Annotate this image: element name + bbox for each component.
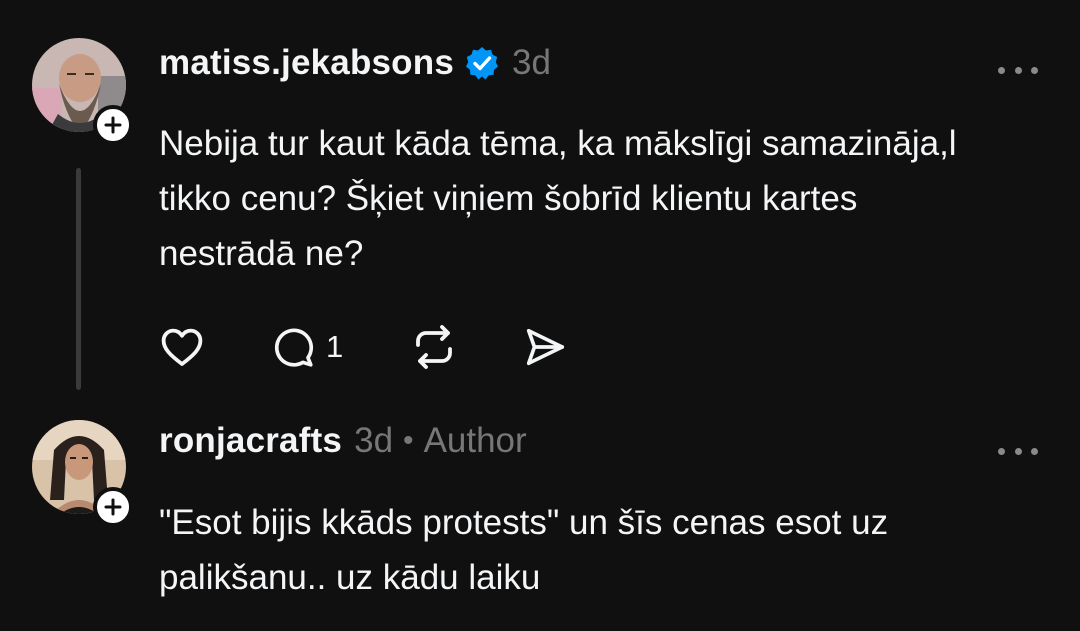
reply-button[interactable]: 1 <box>270 322 343 372</box>
plus-icon <box>104 116 122 134</box>
verified-badge-icon <box>466 47 499 80</box>
send-icon <box>526 328 565 366</box>
text-line: palikšanu.. uz kādu laiku <box>159 558 541 597</box>
avatar-matiss[interactable] <box>32 38 133 145</box>
reply-count: 1 <box>326 329 344 364</box>
text-line: nestrādā ne? <box>159 234 364 273</box>
comment-1: matiss.jekabsons 3d Nebija tur kaut kāda… <box>0 0 1080 400</box>
more-options-button[interactable] <box>998 441 1038 461</box>
comment-2: ronjacrafts 3d • Author "Esot bijis kkād… <box>0 400 1080 631</box>
follow-plus-button[interactable] <box>93 105 133 145</box>
dot <box>998 66 1005 74</box>
thread-line <box>76 168 81 390</box>
dot <box>1031 447 1038 455</box>
avatar-ronja[interactable] <box>32 420 133 527</box>
text-line: Nebija tur kaut kāda tēma, ka mākslīgi s… <box>159 124 957 163</box>
follow-plus-button[interactable] <box>93 487 133 527</box>
comment-text: Nebija tur kaut kāda tēma, ka mākslīgi s… <box>159 116 1049 281</box>
comment-text: "Esot bijis kkāds protests" un šīs cenas… <box>159 495 1049 605</box>
comment-header: matiss.jekabsons 3d <box>159 40 551 86</box>
repost-icon <box>416 325 452 369</box>
dot <box>998 447 1005 455</box>
share-button[interactable] <box>522 322 568 372</box>
timestamp: 3d <box>354 421 394 460</box>
author-badge: Author <box>423 421 527 460</box>
like-button[interactable] <box>158 322 206 372</box>
text-line: "Esot bijis kkāds protests" un šīs cenas… <box>159 503 889 542</box>
username[interactable]: matiss.jekabsons <box>159 43 454 83</box>
repost-button[interactable] <box>410 322 458 372</box>
username[interactable]: ronjacrafts <box>159 421 342 461</box>
dot <box>1014 447 1022 455</box>
plus-icon <box>104 498 122 516</box>
comment-bubble-icon <box>274 328 314 367</box>
separator-dot: • <box>403 424 414 457</box>
timestamp: 3d <box>512 43 551 82</box>
dot <box>1014 66 1022 74</box>
dot <box>1031 66 1038 74</box>
text-line: tikko cenu? Šķiet viņiem šobrīd klientu … <box>159 179 858 218</box>
more-options-button[interactable] <box>998 60 1038 80</box>
comment-header: ronjacrafts 3d • Author <box>159 418 527 464</box>
heart-icon <box>161 328 203 366</box>
